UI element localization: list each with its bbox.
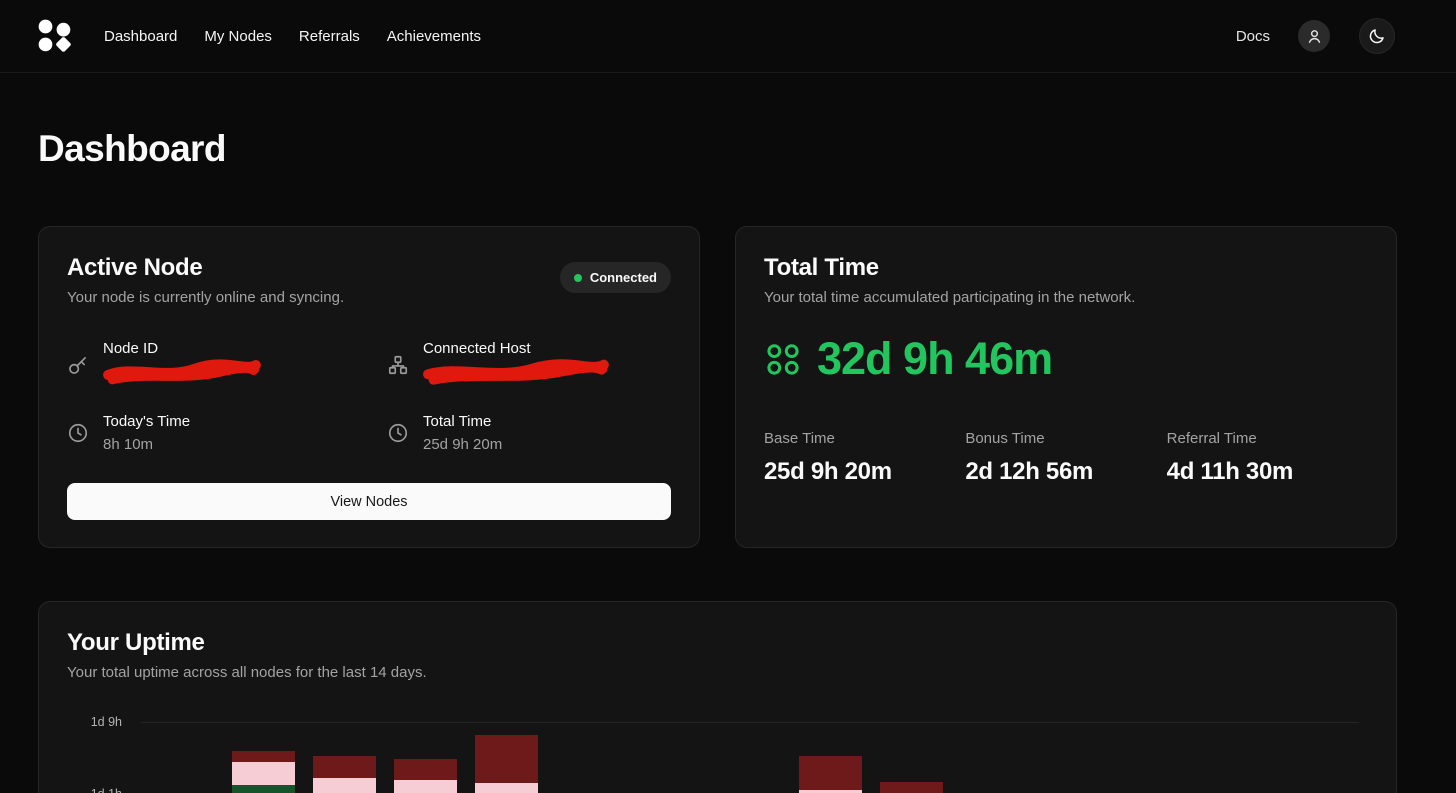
app-logo[interactable]	[36, 17, 74, 55]
nav-item-referrals[interactable]: Referrals	[299, 28, 360, 45]
nav-links: Dashboard My Nodes Referrals Achievement…	[104, 28, 481, 45]
referral-time-value: 4d 11h 30m	[1167, 458, 1368, 486]
referral-time-label: Referral Time	[1167, 430, 1368, 447]
node-id-label: Node ID	[103, 340, 261, 357]
uptime-bar-segment	[232, 751, 295, 762]
uptime-chart: 1d 9h 1d 1h	[67, 703, 1368, 793]
uptime-bar-segment	[232, 762, 295, 785]
uptime-bar-segment	[394, 780, 457, 793]
nodes-icon	[764, 340, 802, 378]
active-node-title: Active Node	[67, 254, 344, 282]
uptime-bar-segment	[232, 785, 295, 793]
connected-status-badge: Connected	[560, 262, 671, 293]
top-cards-row: Active Node Your node is currently onlin…	[38, 226, 1397, 548]
moon-icon	[1368, 27, 1386, 45]
uptime-card: Your Uptime Your total uptime across all…	[38, 601, 1397, 793]
referral-time-stat: Referral Time 4d 11h 30m	[1167, 430, 1368, 486]
todays-time-field: Today's Time 8h 10m	[67, 413, 387, 453]
key-icon	[67, 354, 89, 376]
y-axis-tick: 1d 1h	[67, 787, 122, 793]
status-dot	[574, 274, 582, 282]
docs-link[interactable]: Docs	[1236, 28, 1270, 45]
redacted-node-id-scribble	[103, 356, 262, 386]
uptime-subtitle: Your total uptime across all nodes for t…	[67, 664, 1368, 681]
node-id-field: Node ID	[67, 340, 387, 389]
uptime-bar-segment	[880, 782, 943, 793]
status-badge-label: Connected	[590, 270, 657, 285]
total-time-stats: Base Time 25d 9h 20m Bonus Time 2d 12h 5…	[764, 430, 1368, 486]
base-time-label: Base Time	[764, 430, 965, 447]
uptime-title: Your Uptime	[67, 629, 1368, 657]
gridline	[141, 722, 1359, 723]
connected-host-label: Connected Host	[423, 340, 609, 357]
bonus-time-stat: Bonus Time 2d 12h 56m	[965, 430, 1166, 486]
logo-icon	[36, 17, 74, 55]
page-title: Dashboard	[38, 128, 1456, 170]
uptime-bar-segment	[475, 735, 538, 784]
total-time-subtitle: Your total time accumulated participatin…	[764, 289, 1368, 306]
todays-time-label: Today's Time	[103, 413, 190, 430]
active-node-fields: Node ID	[67, 340, 671, 453]
theme-toggle-button[interactable]	[1359, 18, 1395, 54]
connected-host-field: Connected Host	[387, 340, 671, 389]
nav-item-my-nodes[interactable]: My Nodes	[204, 28, 272, 45]
nav-item-dashboard[interactable]: Dashboard	[104, 28, 177, 45]
navbar: Dashboard My Nodes Referrals Achievement…	[0, 0, 1456, 73]
redacted-host-scribble	[423, 356, 610, 387]
uptime-bar-segment	[313, 756, 376, 778]
base-time-value: 25d 9h 20m	[764, 458, 965, 486]
view-nodes-button[interactable]: View Nodes	[67, 483, 671, 520]
total-time-title: Total Time	[764, 254, 1368, 282]
total-time-field: Total Time 25d 9h 20m	[387, 413, 671, 453]
clock-icon	[387, 422, 409, 444]
uptime-bar-segment	[475, 783, 538, 793]
nav-item-achievements[interactable]: Achievements	[387, 28, 481, 45]
network-icon	[387, 354, 409, 376]
active-node-subtitle: Your node is currently online and syncin…	[67, 289, 344, 306]
total-time-value: 25d 9h 20m	[423, 436, 502, 453]
active-node-card: Active Node Your node is currently onlin…	[38, 226, 700, 548]
uptime-bar-segment	[313, 778, 376, 793]
todays-time-value: 8h 10m	[103, 436, 190, 453]
user-icon	[1306, 28, 1323, 45]
user-avatar-button[interactable]	[1298, 20, 1330, 52]
total-time-big-value: 32d 9h 46m	[817, 333, 1052, 385]
total-time-card: Total Time Your total time accumulated p…	[735, 226, 1397, 548]
y-axis-tick: 1d 9h	[67, 715, 122, 729]
uptime-bar-segment	[394, 759, 457, 780]
bonus-time-value: 2d 12h 56m	[965, 458, 1166, 486]
base-time-stat: Base Time 25d 9h 20m	[764, 430, 965, 486]
bonus-time-label: Bonus Time	[965, 430, 1166, 447]
clock-icon	[67, 422, 89, 444]
uptime-bar-segment	[799, 756, 862, 790]
total-time-label: Total Time	[423, 413, 502, 430]
